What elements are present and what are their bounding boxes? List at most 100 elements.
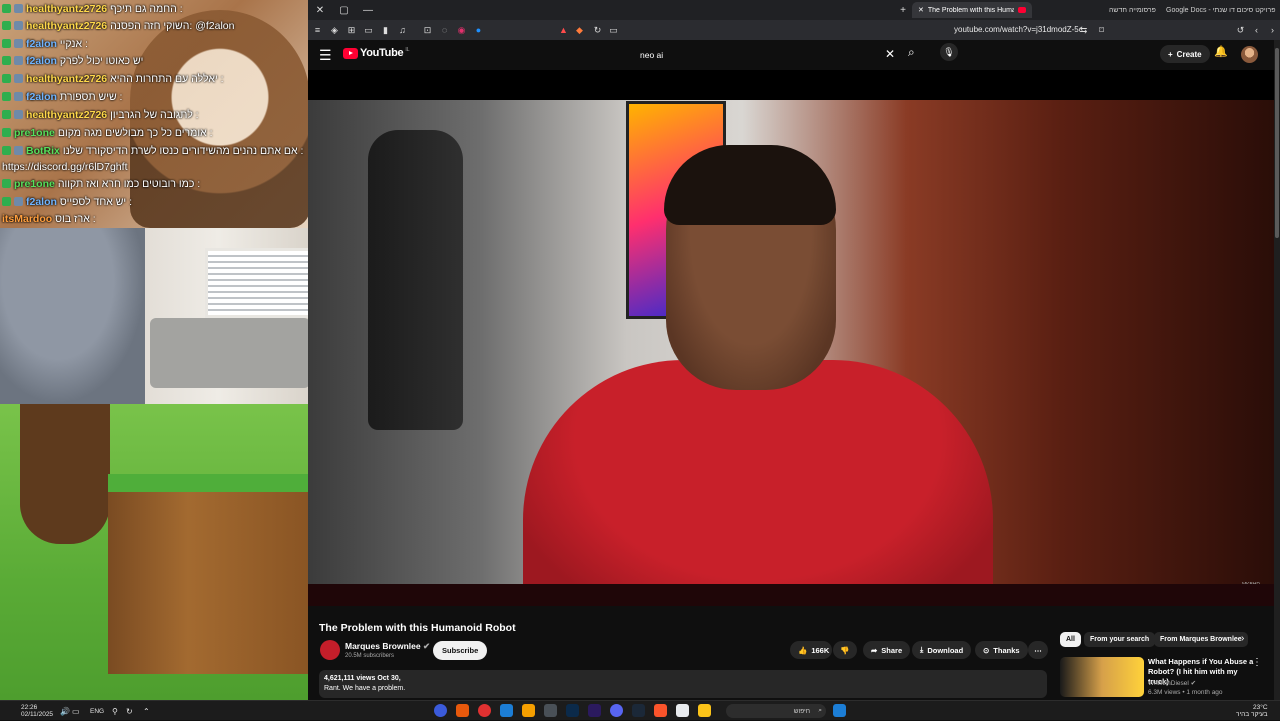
notifications-icon[interactable]: 🔔 <box>1214 45 1228 58</box>
scrollbar-thumb[interactable] <box>1275 48 1279 238</box>
hamburger-menu-icon[interactable]: ☰ <box>319 47 332 64</box>
recommended-meta: 6.3M views • 1 month ago <box>1148 689 1223 696</box>
dislike-button[interactable]: 👎 <box>833 641 857 659</box>
channel-name[interactable]: Marques Brownlee ✔ <box>345 641 430 652</box>
download-button[interactable]: ⤓ Download <box>912 641 972 659</box>
volume-icon[interactable]: 🔊 <box>60 701 70 721</box>
bookmark-icon[interactable]: ⌑ <box>1094 23 1109 38</box>
search-input[interactable] <box>631 49 871 60</box>
chip-from-search[interactable]: From your search <box>1084 632 1156 647</box>
chip-from-channel[interactable]: From Marques Brownlee <box>1154 632 1248 647</box>
like-button[interactable]: 👍 166K <box>790 641 832 659</box>
brave-icon[interactable] <box>654 704 667 717</box>
app-icon[interactable] <box>544 704 557 717</box>
chat-message: healthyantz2726 לתגובה של הגרביון : <box>2 106 199 123</box>
brave-shield-icon[interactable]: ◆ <box>572 23 587 38</box>
translate-icon[interactable]: ⇆ <box>1076 23 1091 38</box>
taskbar-search[interactable]: חיפוש ⌕ <box>726 704 826 718</box>
browser-window: ✕ ▢ — + ✕ The Problem with this Humanoid… <box>308 0 1280 700</box>
close-window-icon[interactable]: ✕ <box>308 0 332 20</box>
forward-icon[interactable]: ‹ <box>1249 23 1264 38</box>
sub-badge-icon <box>14 92 23 101</box>
chat-username: f2alon <box>26 37 57 50</box>
app-icon[interactable] <box>522 704 535 717</box>
chat-username: f2alon <box>26 90 57 103</box>
thanks-icon: ⊙ <box>983 645 990 655</box>
close-tab-icon[interactable]: ✕ <box>918 6 924 14</box>
steam-icon[interactable] <box>632 704 645 717</box>
avatar[interactable] <box>1241 46 1258 63</box>
warning-icon[interactable]: ▲ <box>556 23 571 38</box>
tab-new[interactable]: פרסומייה חדשה <box>1103 2 1162 18</box>
network-icon[interactable]: ▭ <box>72 701 80 721</box>
thanks-button[interactable]: ⊙ Thanks <box>975 641 1028 659</box>
premiere-icon[interactable] <box>588 704 601 717</box>
share-button[interactable]: ➦ Share <box>863 641 911 659</box>
wallet-icon[interactable]: ▭ <box>361 23 376 38</box>
chip-all[interactable]: All <box>1060 632 1081 647</box>
app-icon[interactable] <box>676 704 689 717</box>
extension-icon[interactable]: ⊞ <box>344 23 359 38</box>
app-icon[interactable] <box>456 704 469 717</box>
url-text[interactable]: youtube.com/watch?v=j31dmodZ-5c <box>954 20 1083 40</box>
tab-google-docs[interactable]: Google Docs - פרויקט סיכום דו שנתי <box>1160 2 1280 18</box>
chat-message: f2alon אנקיי : <box>2 35 88 52</box>
refresh-icon[interactable]: ↺ <box>1233 23 1248 38</box>
more-actions-button[interactable]: ⋯ <box>1028 641 1048 659</box>
instagram-icon[interactable]: ◉ <box>454 23 469 38</box>
recommended-thumbnail[interactable] <box>1060 657 1144 697</box>
share-icon: ➦ <box>871 645 878 655</box>
tab-label: Google Docs - פרויקט סיכום דו שנתי <box>1166 6 1276 14</box>
menu-icon[interactable]: ≡ <box>310 23 325 38</box>
ad-block-icon[interactable]: ◈ <box>327 23 342 38</box>
create-button[interactable]: + Create <box>1160 45 1210 63</box>
app-icon[interactable] <box>434 704 447 717</box>
description-box[interactable]: 4,621,111 views Oct 30, Rant. We have a … <box>319 670 1047 698</box>
sync-icon[interactable]: ↻ <box>126 701 133 721</box>
minimize-icon[interactable]: — <box>356 0 380 20</box>
sub-badge-icon <box>14 56 23 65</box>
chevron-right-icon[interactable]: › <box>1241 633 1244 644</box>
sidebar-icon[interactable]: ▮ <box>378 23 393 38</box>
chat-link[interactable]: https://discord.gg/r6lD7ghft <box>2 161 127 173</box>
chat-text: השוקי חזה הפסנה: @f2alon <box>110 19 235 32</box>
channel-avatar[interactable] <box>320 640 340 660</box>
after-effects-icon[interactable] <box>566 704 579 717</box>
show-hidden-icon[interactable]: ⌃ <box>143 701 150 721</box>
music-icon[interactable]: ♫ <box>395 23 410 38</box>
video-frame <box>308 100 1274 606</box>
more-vert-icon[interactable]: ⋮ <box>1252 657 1262 668</box>
player-controls-area[interactable] <box>308 584 1274 606</box>
file-explorer-icon[interactable] <box>698 704 711 717</box>
tab-youtube[interactable]: ✕ The Problem with this Humanoid Robot <box>912 2 1032 18</box>
sub-badge-icon <box>14 74 23 83</box>
maximize-icon[interactable]: ▢ <box>332 0 356 20</box>
chat-text: אומרים כל כך מבולשים מגה מקום : <box>57 126 213 139</box>
windows-start-icon[interactable] <box>833 704 846 717</box>
messenger-icon[interactable]: ● <box>471 23 486 38</box>
share-label: Share <box>881 645 903 655</box>
mic-icon[interactable]: 🎙 <box>940 43 958 61</box>
chat-message: https://discord.gg/r6lD7ghft <box>2 158 127 175</box>
scrollbar[interactable] <box>1274 40 1280 700</box>
clock[interactable]: 22:26 02/11/2025 <box>21 701 53 721</box>
recommended-channel[interactable]: WhistlinDiesel ✔ <box>1148 679 1196 687</box>
docs-icon[interactable] <box>500 704 513 717</box>
mic-tray-icon[interactable]: ⚲ <box>112 701 118 721</box>
youtube-logo[interactable]: YouTube IL <box>343 47 410 59</box>
weather-widget[interactable]: 23°C בעיקר בהיר <box>1236 701 1268 721</box>
discord-icon[interactable] <box>610 704 623 717</box>
search-icon[interactable]: ⌕ <box>908 45 915 60</box>
address-bar: ≡ ◈ ⊞ ▭ ▮ ♫ ⊡ ◌ ◉ ● ▲ ◆ ↻ ▭ youtube.com/… <box>308 20 1280 40</box>
clear-search-icon[interactable]: ✕ <box>885 47 895 61</box>
chat-icon[interactable]: ◌ <box>437 23 452 38</box>
reload-icon[interactable]: ↻ <box>590 23 605 38</box>
back-icon[interactable]: › <box>1265 23 1280 38</box>
cast-icon[interactable]: ▭ <box>606 23 621 38</box>
taskbar-search-label: חיפוש <box>793 707 810 715</box>
language-indicator[interactable]: ENG <box>90 701 104 721</box>
app-icon[interactable] <box>478 704 491 717</box>
screenshot-icon[interactable]: ⊡ <box>420 23 435 38</box>
video-player[interactable]: MKBHD <box>308 70 1274 606</box>
subscribe-button[interactable]: Subscribe <box>433 641 488 660</box>
